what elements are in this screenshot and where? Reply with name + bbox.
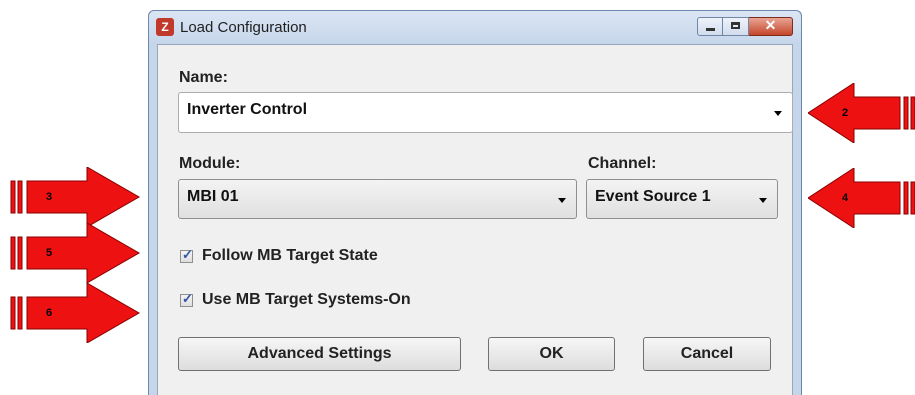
minimize-button[interactable] xyxy=(697,17,723,36)
right-arrow-icon xyxy=(10,282,141,344)
name-combobox[interactable]: Inverter Control xyxy=(178,92,793,133)
callout-arrow-4: 4 xyxy=(807,167,915,229)
follow-target-state-label: Follow MB Target State xyxy=(202,247,378,264)
follow-target-state-option[interactable]: ✓ Follow MB Target State xyxy=(180,247,378,265)
left-arrow-icon xyxy=(807,167,915,229)
window-title: Load Configuration xyxy=(180,19,307,36)
close-icon: ✕ xyxy=(764,17,777,33)
callout-arrow-2: 2 xyxy=(807,82,915,144)
checkmark-icon: ✓ xyxy=(182,246,193,262)
ok-button[interactable]: OK xyxy=(488,337,615,371)
title-bar[interactable]: Z Load Configuration ✕ xyxy=(149,11,801,44)
module-select[interactable]: MBI 01 xyxy=(178,179,577,219)
chevron-down-icon xyxy=(759,198,767,203)
chevron-down-icon xyxy=(774,111,782,116)
load-configuration-window: Z Load Configuration ✕ Name: Inverter Co… xyxy=(148,10,802,395)
callout-number: 5 xyxy=(46,247,53,259)
minimize-icon xyxy=(706,28,715,31)
checkmark-icon: ✓ xyxy=(182,290,193,306)
callout-arrow-3: 3 xyxy=(5,166,141,228)
module-label: Module: xyxy=(179,155,241,172)
left-arrow-icon xyxy=(807,82,915,144)
callout-number: 2 xyxy=(842,107,849,119)
use-target-systems-on-option[interactable]: ✓ Use MB Target Systems-On xyxy=(180,291,411,309)
caption-buttons: ✕ xyxy=(697,17,793,36)
use-target-systems-on-label: Use MB Target Systems-On xyxy=(202,291,411,308)
name-label: Name: xyxy=(179,69,228,86)
channel-label: Channel: xyxy=(588,155,657,172)
maximize-icon xyxy=(731,22,740,29)
close-button[interactable]: ✕ xyxy=(749,17,793,36)
callout-number: 3 xyxy=(46,191,53,203)
app-icon: Z xyxy=(156,18,174,36)
callout-number: 6 xyxy=(46,307,53,319)
follow-target-state-checkbox[interactable]: ✓ xyxy=(180,246,193,263)
module-value: MBI 01 xyxy=(187,188,239,205)
use-target-systems-on-checkbox[interactable]: ✓ xyxy=(180,290,193,307)
callout-number: 4 xyxy=(842,192,849,204)
callout-arrow-5: 5 xyxy=(5,222,141,284)
right-arrow-icon xyxy=(10,166,141,228)
chevron-down-icon xyxy=(558,198,566,203)
advanced-settings-button[interactable]: Advanced Settings xyxy=(178,337,461,371)
channel-value: Event Source 1 xyxy=(595,188,711,205)
name-value: Inverter Control xyxy=(187,101,308,118)
maximize-button[interactable] xyxy=(723,17,749,36)
dialog-body: Name: Inverter Control Module: MBI 01 Ch… xyxy=(157,44,793,395)
cancel-button[interactable]: Cancel xyxy=(643,337,771,371)
channel-select[interactable]: Event Source 1 xyxy=(586,179,778,219)
callout-arrow-6: 6 xyxy=(5,282,141,344)
right-arrow-icon xyxy=(10,222,141,284)
